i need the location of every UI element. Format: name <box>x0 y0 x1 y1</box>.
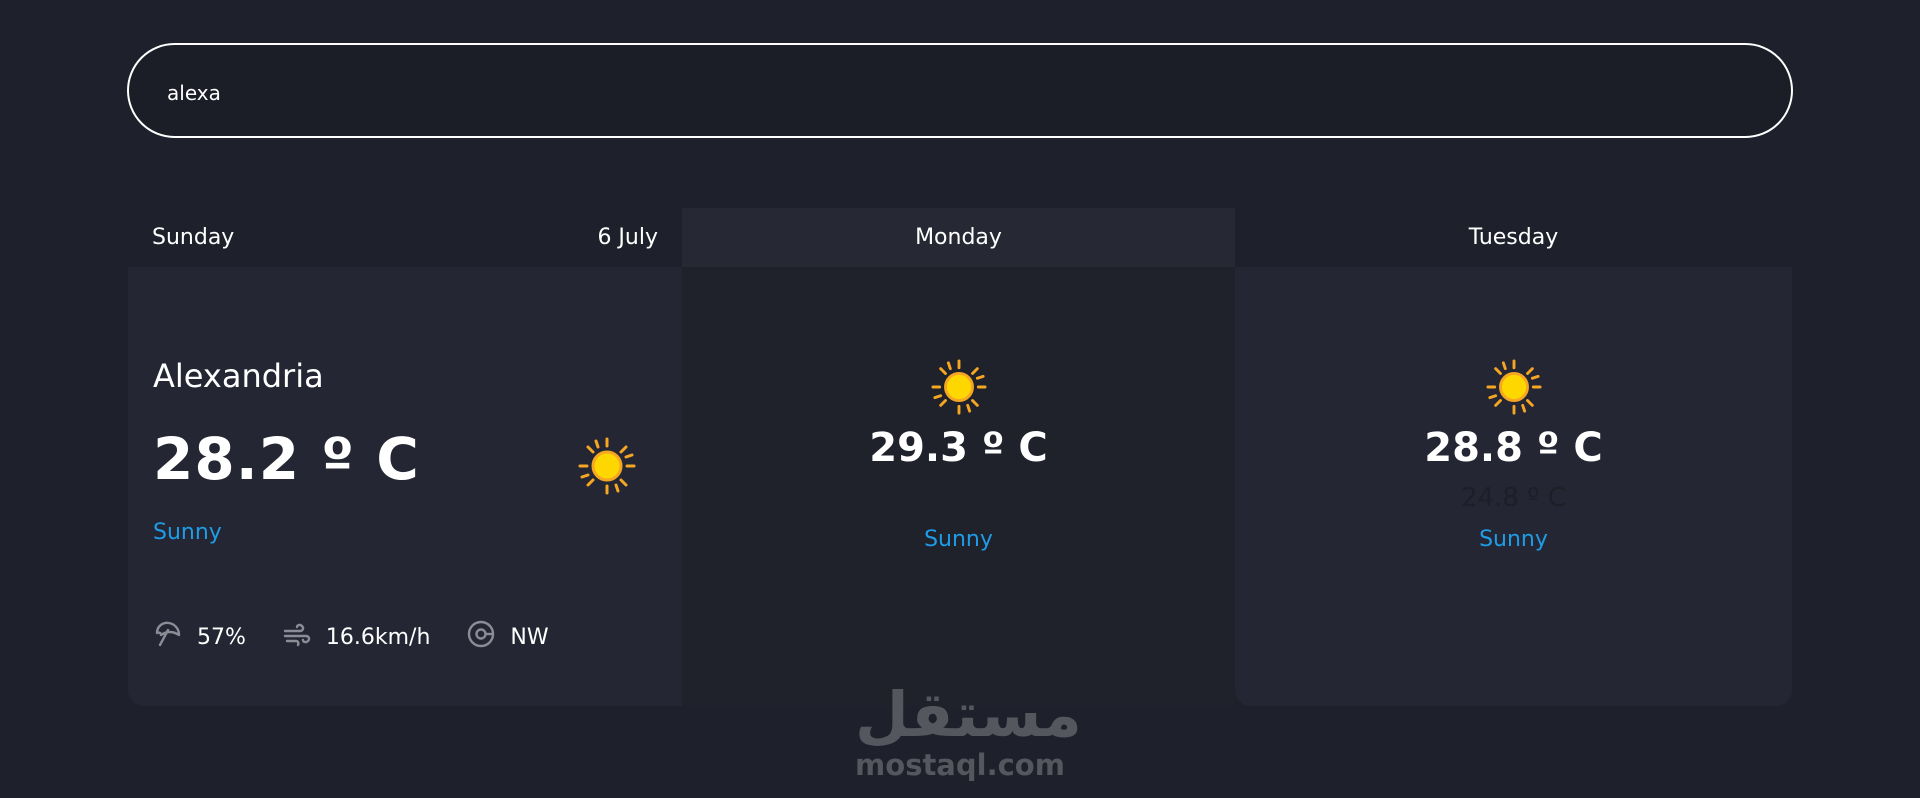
wind-icon <box>282 619 326 655</box>
forecast-day: Monday <box>915 225 1002 250</box>
forecast-card-header: Tuesday <box>1235 208 1792 267</box>
forecast-card-monday: Monday 29.3 º C Sunny <box>682 208 1235 706</box>
sun-icon <box>1485 359 1542 419</box>
forecast-condition: Sunny <box>1479 527 1548 552</box>
today-date: 6 July <box>597 225 658 250</box>
watermark-logo: مستقل mostaql.com <box>855 678 1082 783</box>
weather-stats: 57% 16.6km/h NW <box>153 619 585 655</box>
watermark-arabic: مستقل <box>855 678 1082 751</box>
max-temperature: 28.8 º C <box>1424 425 1603 471</box>
min-temperature: 24.8 º C <box>1461 483 1566 513</box>
sun-icon <box>930 359 987 419</box>
forecast-day: Tuesday <box>1468 225 1559 250</box>
forecast-card-body: 28.8 º C 24.8 º C Sunny <box>1235 267 1792 706</box>
max-temperature: 29.3 º C <box>869 425 1048 471</box>
today-day: Sunday <box>152 225 235 250</box>
umbrella-icon <box>153 619 197 655</box>
compass-icon <box>466 619 510 655</box>
search-box[interactable] <box>127 43 1793 138</box>
current-temperature: 28.2 º C <box>153 425 420 493</box>
humidity-value: 57% <box>197 624 246 650</box>
forecast-condition: Sunny <box>924 527 993 552</box>
wind-direction-stat: NW <box>466 619 549 655</box>
search-input[interactable] <box>167 45 1747 136</box>
today-card-header: Sunday 6 July <box>128 208 682 267</box>
humidity-stat: 57% <box>153 619 246 655</box>
wind-direction-value: NW <box>510 624 549 650</box>
wind-speed-value: 16.6km/h <box>325 624 431 650</box>
city-name: Alexandria <box>153 357 324 395</box>
watermark-latin: mostaql.com <box>855 748 1065 782</box>
forecast-cards: Sunday 6 July Alexandria 28.2 º C Sunny … <box>128 208 1792 706</box>
today-card: Sunday 6 July Alexandria 28.2 º C Sunny … <box>128 208 682 706</box>
forecast-card-header: Monday <box>682 208 1235 267</box>
sun-icon <box>578 437 636 499</box>
forecast-card-body: 29.3 º C Sunny <box>682 267 1235 706</box>
min-temperature <box>954 483 962 513</box>
current-condition: Sunny <box>153 520 222 545</box>
wind-speed-stat: 16.6km/h <box>282 619 431 655</box>
today-card-body: Alexandria 28.2 º C Sunny 57% 16.6km/h N… <box>128 267 682 706</box>
forecast-card-tuesday: Tuesday 28.8 º C 24.8 º C Sunny <box>1235 208 1792 706</box>
